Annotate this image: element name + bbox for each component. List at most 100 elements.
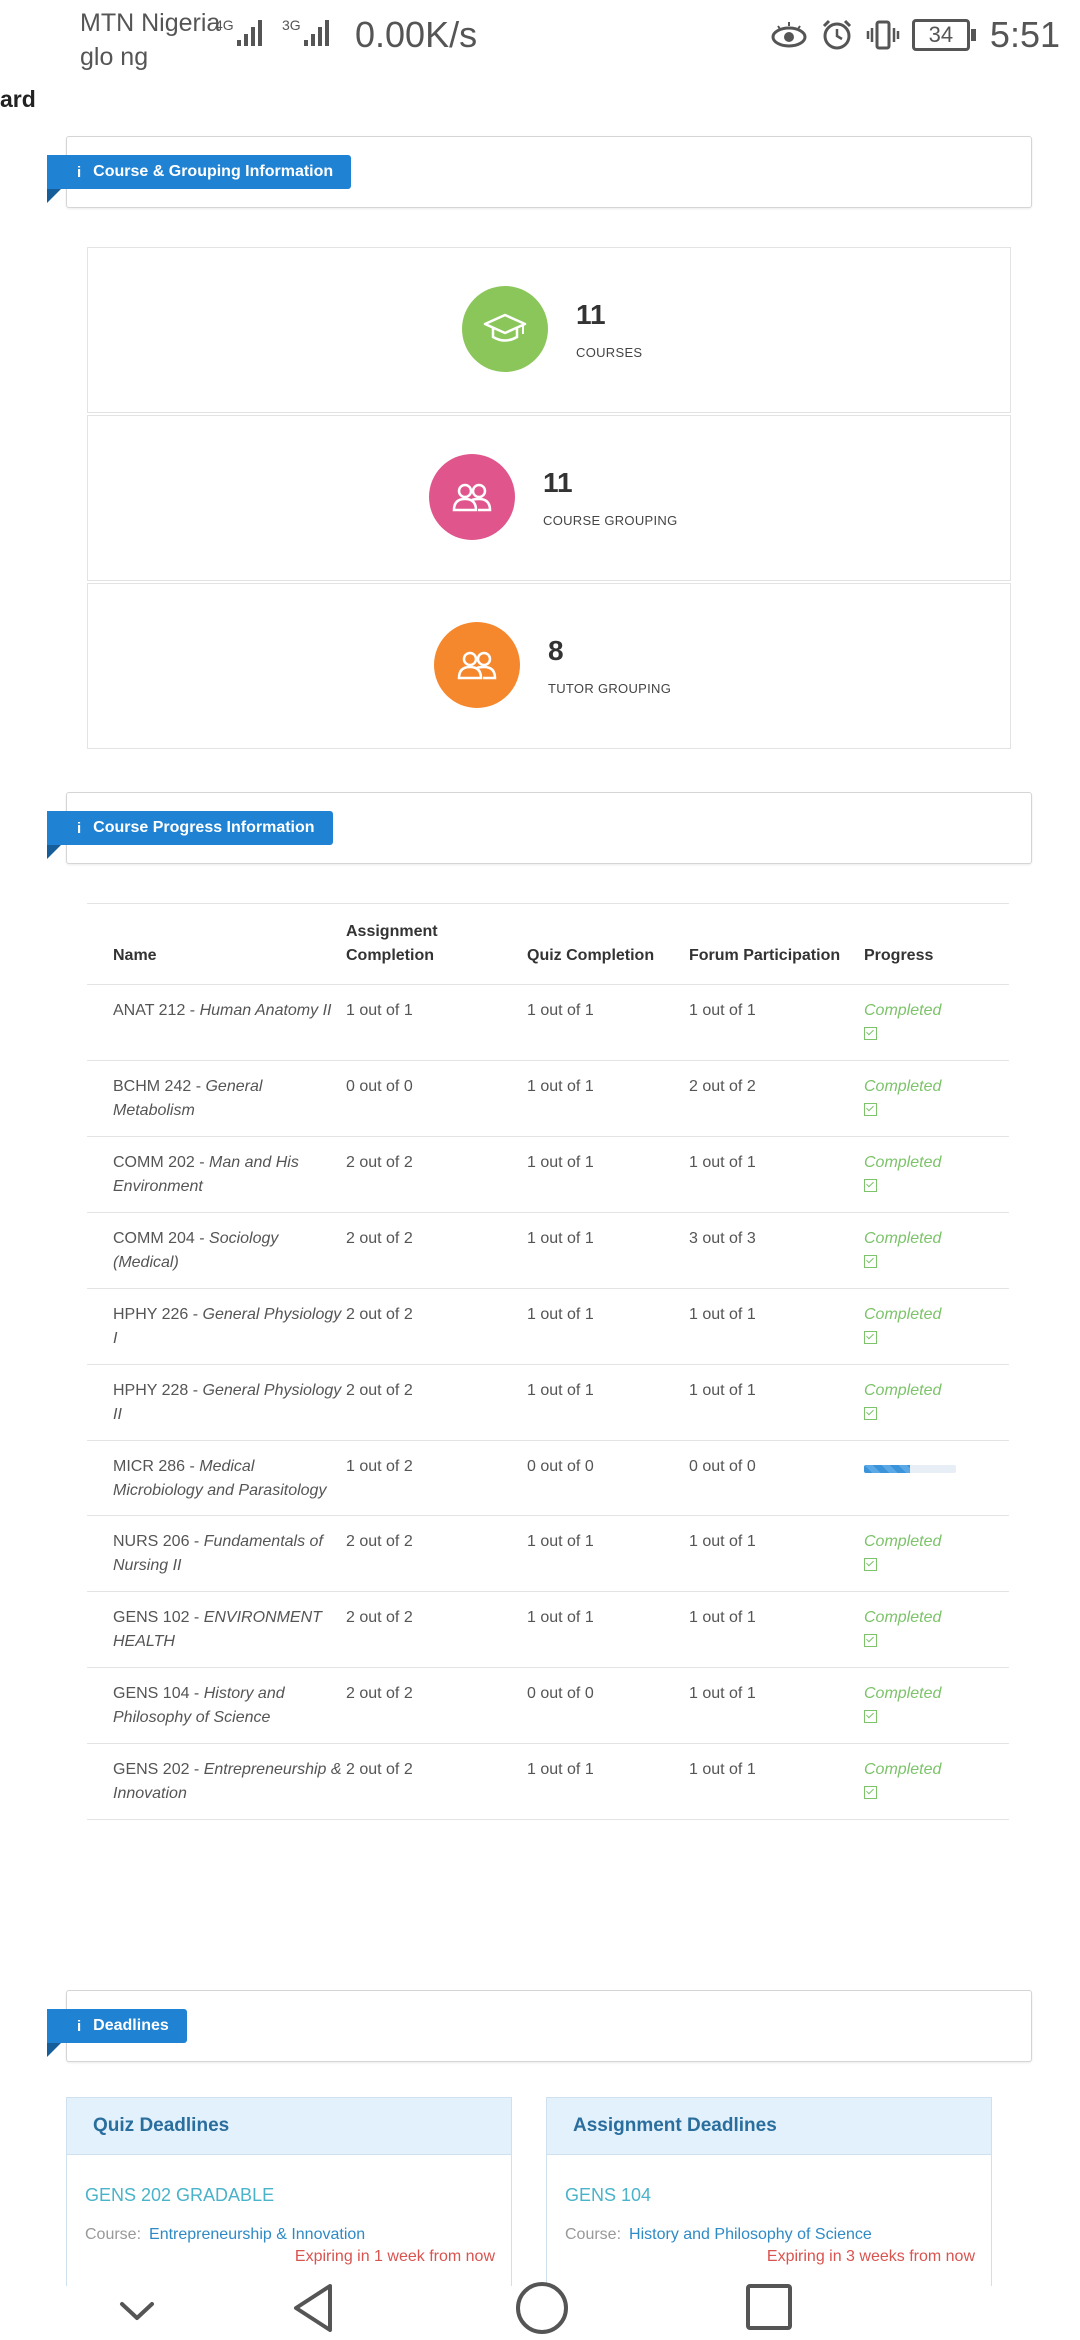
courses-label: COURSES (576, 344, 643, 360)
tutor-grouping-label: TUTOR GROUPING (548, 680, 672, 696)
tutor-grouping-count: 8 (548, 634, 564, 666)
quiz-cell: 0 out of 0 (527, 1667, 689, 1744)
courses-icon-circle (462, 286, 548, 372)
table-row: GENS 202 - Entrepreneurship & Innovation… (87, 1743, 1009, 1820)
assignment-cell: 2 out of 2 (346, 1591, 527, 1668)
assignment-cell: 2 out of 2 (346, 1515, 527, 1592)
stat-card-courses: 11 COURSES (87, 247, 1011, 413)
progress-status: Completed (864, 1609, 942, 1626)
quiz-course-label: Course: (85, 2226, 142, 2243)
forum-cell: 1 out of 1 (689, 1667, 864, 1744)
forum-cell: 1 out of 1 (689, 1515, 864, 1592)
vibrate-icon (866, 20, 900, 50)
course-name-cell: MICR 286 - Medical Microbiology and Para… (87, 1440, 346, 1516)
forum-cell: 1 out of 1 (689, 1364, 864, 1441)
progress-cell: Completed (864, 1515, 1009, 1592)
assignment-cell: 2 out of 2 (346, 1212, 527, 1289)
net-type-1: 4G (215, 17, 234, 33)
course-code: NURS 206 - (113, 1533, 204, 1550)
assignment-cell: 2 out of 2 (346, 1667, 527, 1744)
progress-cell: Completed (864, 1288, 1009, 1365)
course-name-cell: ANAT 212 - Human Anatomy II (87, 984, 346, 1061)
course-code: COMM 202 - (113, 1154, 210, 1171)
course-name-cell: NURS 206 - Fundamentals of Nursing II (87, 1515, 346, 1592)
course-grouping-ribbon: i Course & Grouping Information (47, 155, 352, 189)
course-code: MICR 286 - (113, 1458, 200, 1475)
page-title-fragment: ard (0, 86, 36, 112)
forum-cell: 3 out of 3 (689, 1212, 864, 1289)
header-assignment: Assignment Completion (346, 903, 527, 985)
header-quiz: Quiz Completion (527, 903, 689, 985)
carrier-1: MTN Nigeria (80, 9, 221, 37)
clock: 5:51 (989, 14, 1060, 55)
assignment-deadline-title[interactable]: GENS 104 (547, 2155, 991, 2206)
progress-bar (864, 1465, 956, 1473)
progress-status: Completed (864, 1306, 942, 1323)
forum-cell: 1 out of 1 (689, 984, 864, 1061)
table-header-row: Name Assignment Completion Quiz Completi… (87, 903, 1009, 985)
stat-card-tutor-grouping: 8 TUTOR GROUPING (87, 583, 1011, 749)
course-name-cell: COMM 204 - Sociology (Medical) (87, 1212, 346, 1289)
back-icon[interactable] (284, 2278, 344, 2338)
assignment-cell: 2 out of 2 (346, 1136, 527, 1213)
assignment-cell: 2 out of 2 (346, 1288, 527, 1365)
course-code: GENS 102 - (113, 1609, 204, 1626)
system-nav-bar (0, 2282, 1080, 2340)
course-progress-panel: i Course Progress Information (47, 792, 1032, 864)
course-code: COMM 204 - (113, 1230, 210, 1247)
network-speed: 0.00K/s (355, 14, 478, 55)
assignment-cell: 2 out of 2 (346, 1364, 527, 1441)
quiz-cell: 1 out of 1 (527, 1591, 689, 1668)
home-icon[interactable] (512, 2278, 572, 2338)
check-square-icon (864, 1634, 877, 1647)
course-name-cell: GENS 104 - History and Philosophy of Sci… (87, 1667, 346, 1744)
carrier-2: glo ng (80, 43, 149, 71)
quiz-cell: 1 out of 1 (527, 1515, 689, 1592)
recents-icon[interactable] (742, 2280, 798, 2336)
forum-cell: 1 out of 1 (689, 1743, 864, 1820)
quiz-cell: 0 out of 0 (527, 1440, 689, 1516)
table-row: HPHY 228 - General Physiology II 2 out of… (87, 1364, 1009, 1441)
progress-cell: Completed (864, 1212, 1009, 1289)
progress-cell: Completed (864, 1364, 1009, 1441)
status-icons: 34 5:51 (770, 14, 1060, 56)
stat-card-course-grouping: 11 COURSE GROUPING (87, 415, 1011, 581)
assignment-course-link[interactable]: History and Philosophy of Science (629, 2226, 872, 2243)
progress-cell (864, 1440, 1009, 1516)
header-forum: Forum Participation (689, 903, 864, 985)
course-name-cell: GENS 102 - ENVIRONMENT HEALTH (87, 1591, 346, 1668)
table-row: NURS 206 - Fundamentals of Nursing II 2 o… (87, 1515, 1009, 1592)
table-row: COMM 202 - Man and His Environment 2 out … (87, 1136, 1009, 1213)
quiz-deadline-title[interactable]: GENS 202 GRADABLE (67, 2155, 511, 2206)
deadlines-title: Deadlines (93, 2017, 169, 2034)
check-square-icon (864, 1179, 877, 1192)
header-progress: Progress (864, 903, 1009, 985)
course-name-cell: HPHY 226 - General Physiology I (87, 1288, 346, 1365)
check-square-icon (864, 1103, 877, 1116)
course-code: BCHM 242 - (113, 1078, 206, 1095)
header-name: Name (87, 903, 346, 985)
quiz-course-link[interactable]: Entrepreneurship & Innovation (149, 2226, 365, 2243)
check-square-icon (864, 1710, 877, 1723)
chevron-down-icon[interactable] (112, 2286, 162, 2336)
forum-cell: 0 out of 0 (689, 1440, 864, 1516)
quiz-deadlines-header: Quiz Deadlines (67, 2098, 511, 2155)
info-icon: i (77, 2017, 82, 2035)
courses-count: 11 (576, 298, 606, 330)
course-code: HPHY 226 - (113, 1306, 203, 1323)
quiz-cell: 1 out of 1 (527, 1288, 689, 1365)
course-progress-title: Course Progress Information (93, 819, 315, 836)
assignment-course-label: Course: (565, 2226, 622, 2243)
quiz-cell: 1 out of 1 (527, 1743, 689, 1820)
quiz-cell: 1 out of 1 (527, 1060, 689, 1137)
check-square-icon (864, 1407, 877, 1420)
course-progress-table: Name Assignment Completion Quiz Completi… (87, 903, 1009, 1820)
assignment-cell: 0 out of 0 (346, 1060, 527, 1137)
info-icon: i (77, 163, 82, 181)
progress-status: Completed (864, 1761, 942, 1778)
progress-cell: Completed (864, 1136, 1009, 1213)
table-row: ANAT 212 - Human Anatomy II 1 out of 11 o… (87, 984, 1009, 1061)
table-row: HPHY 226 - General Physiology I2 out of … (87, 1288, 1009, 1365)
signal-3g-icon: 3G (282, 17, 329, 46)
progress-status: Completed (864, 1230, 942, 1247)
